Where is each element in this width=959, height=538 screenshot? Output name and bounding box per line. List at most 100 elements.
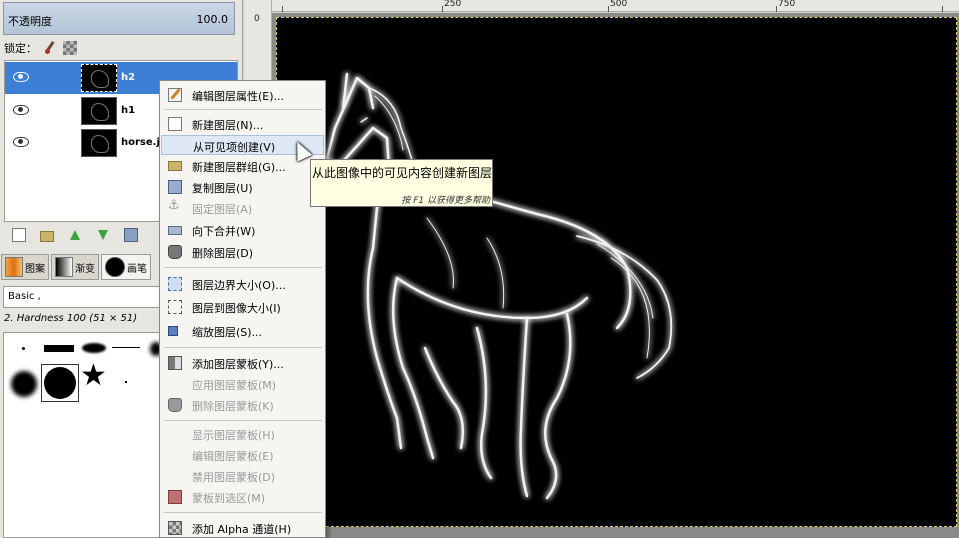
visibility-eye-icon[interactable]: [13, 105, 29, 115]
lock-pixels-icon[interactable]: [43, 41, 57, 55]
menu-separator: [164, 109, 322, 110]
new-group-icon[interactable]: [40, 230, 54, 242]
menu-edit-layer-attributes[interactable]: 编辑图层属性(E)...: [161, 85, 324, 105]
tab-label: 渐变: [75, 263, 95, 275]
menu-scale-layer[interactable]: 缩放图层(S)...: [161, 321, 324, 341]
tab-brushes[interactable]: 画笔: [101, 254, 151, 280]
opacity-slider[interactable]: 不透明度 100.0: [3, 2, 235, 35]
menu-label: 显示图层蒙板(H): [192, 429, 275, 442]
menu-delete-layer-mask[interactable]: 删除图层蒙板(K): [161, 395, 324, 415]
menu-label: 蒙板到选区(M): [192, 492, 266, 505]
tooltip-text: 从此图像中的可见内容创建新图层: [312, 166, 493, 180]
menu-separator: [164, 347, 322, 348]
menu-label: 从可见项创建(V): [193, 141, 276, 154]
lower-layer-icon[interactable]: [96, 228, 110, 242]
visibility-eye-icon[interactable]: [13, 137, 29, 147]
delete-layer-icon: [168, 245, 182, 259]
add-mask-icon: [168, 356, 182, 370]
brush-item[interactable]: [82, 343, 106, 353]
glowing-horse-image: [325, 72, 673, 500]
menu-mask-to-selection[interactable]: 蒙板到选区(M): [161, 487, 324, 507]
ruler-tick: [442, 6, 443, 12]
ruler-label: 0: [254, 14, 260, 24]
anchor-icon: [168, 198, 182, 215]
menu-label: 复制图层(U): [192, 182, 253, 195]
tab-label: 图案: [25, 263, 45, 275]
mask-to-selection-icon: [168, 490, 182, 504]
new-layer-icon[interactable]: [12, 228, 26, 242]
menu-add-layer-mask[interactable]: 添加图层蒙板(Y)...: [161, 353, 324, 373]
duplicate-layer-icon: [168, 180, 182, 194]
tab-gradients[interactable]: 渐变: [51, 254, 99, 280]
merge-down-icon: [168, 226, 182, 235]
menu-label: 应用图层蒙板(M): [192, 379, 277, 392]
menu-label: 固定图层(A): [192, 203, 253, 216]
brush-item[interactable]: [11, 371, 37, 397]
menu-label: 缩放图层(S)...: [192, 326, 263, 339]
ruler-label: 250: [444, 0, 462, 9]
ruler-label: 500: [610, 0, 628, 9]
menu-label: 向下合并(W): [192, 225, 256, 238]
raise-layer-icon[interactable]: [68, 228, 82, 242]
opacity-value: 100.0: [196, 13, 229, 26]
duplicate-layer-icon[interactable]: [124, 228, 138, 242]
tooltip: 从此图像中的可见内容创建新图层 按 F1 以获得更多帮助: [310, 159, 493, 207]
menu-apply-layer-mask[interactable]: 应用图层蒙板(M): [161, 374, 324, 394]
menu-disable-layer-mask[interactable]: 禁用图层蒙板(D): [161, 466, 324, 486]
menu-add-alpha-channel[interactable]: 添加 Alpha 通道(H): [161, 518, 324, 538]
horizontal-ruler[interactable]: 250 500 750: [272, 0, 959, 12]
menu-layer-boundary-size[interactable]: 图层边界大小(O)...: [161, 274, 324, 294]
menu-new-layer[interactable]: 新建图层(N)...: [161, 114, 324, 134]
lock-alpha-icon[interactable]: [63, 41, 77, 55]
tooltip-hint: 按 F1 以获得更多帮助: [401, 196, 490, 206]
layer-thumbnail: [81, 129, 117, 157]
menu-label: 编辑图层蒙板(E): [192, 450, 274, 463]
visibility-eye-icon[interactable]: [13, 72, 29, 82]
menu-label: 编辑图层属性(E)...: [192, 90, 285, 103]
image-canvas[interactable]: [276, 17, 957, 527]
brush-filter-input[interactable]: Basic ,: [3, 286, 163, 308]
ruler-tick: [942, 6, 943, 12]
layer-to-image-icon: [168, 300, 182, 314]
menu-label: 新建图层群组(G)...: [192, 161, 286, 174]
menu-label: 删除图层蒙板(K): [192, 400, 274, 413]
menu-label: 新建图层(N)...: [192, 119, 264, 132]
menu-label: 图层到图像大小(I): [192, 302, 281, 315]
menu-separator: [164, 512, 322, 513]
layer-name: h1: [121, 105, 136, 116]
alpha-channel-icon: [168, 521, 182, 535]
lock-label: 锁定：: [4, 42, 37, 55]
opacity-label: 不透明度: [8, 15, 52, 28]
lock-row: 锁定：: [4, 40, 77, 56]
tab-patterns[interactable]: 图案: [1, 254, 49, 280]
brush-icon: [105, 257, 125, 277]
brush-item[interactable]: [125, 381, 127, 383]
layer-thumbnail: [81, 97, 117, 125]
menu-edit-layer-mask[interactable]: 编辑图层蒙板(E): [161, 445, 324, 465]
brush-grid[interactable]: ★: [3, 332, 163, 538]
brush-item[interactable]: [22, 347, 25, 350]
menu-delete-layer[interactable]: 删除图层(D): [161, 242, 324, 262]
ruler-tick: [282, 6, 283, 12]
scale-layer-icon: [168, 326, 178, 336]
selected-brush-name: 2. Hardness 100 (51 × 51): [4, 313, 138, 324]
layer-boundary-icon: [168, 277, 182, 291]
brush-item[interactable]: [112, 347, 140, 348]
pattern-icon: [5, 257, 23, 277]
menu-duplicate-layer[interactable]: 复制图层(U): [161, 177, 324, 197]
star-brush-icon[interactable]: ★: [80, 361, 107, 391]
menu-separator: [164, 267, 322, 268]
gradient-icon: [55, 257, 73, 277]
brush-hardness-100: [44, 367, 76, 399]
new-group-icon: [168, 161, 182, 171]
delete-mask-icon: [168, 398, 182, 412]
menu-anchor-layer[interactable]: 固定图层(A): [161, 198, 324, 218]
menu-layer-to-image-size[interactable]: 图层到图像大小(I): [161, 297, 324, 317]
menu-merge-down[interactable]: 向下合并(W): [161, 220, 324, 240]
tab-label: 画笔: [127, 263, 147, 275]
menu-show-layer-mask[interactable]: 显示图层蒙板(H): [161, 424, 324, 444]
layer-name: h2: [121, 72, 136, 83]
menu-label: 添加 Alpha 通道(H): [192, 523, 292, 536]
brush-item[interactable]: [44, 345, 74, 352]
menu-label: 图层边界大小(O)...: [192, 279, 286, 292]
